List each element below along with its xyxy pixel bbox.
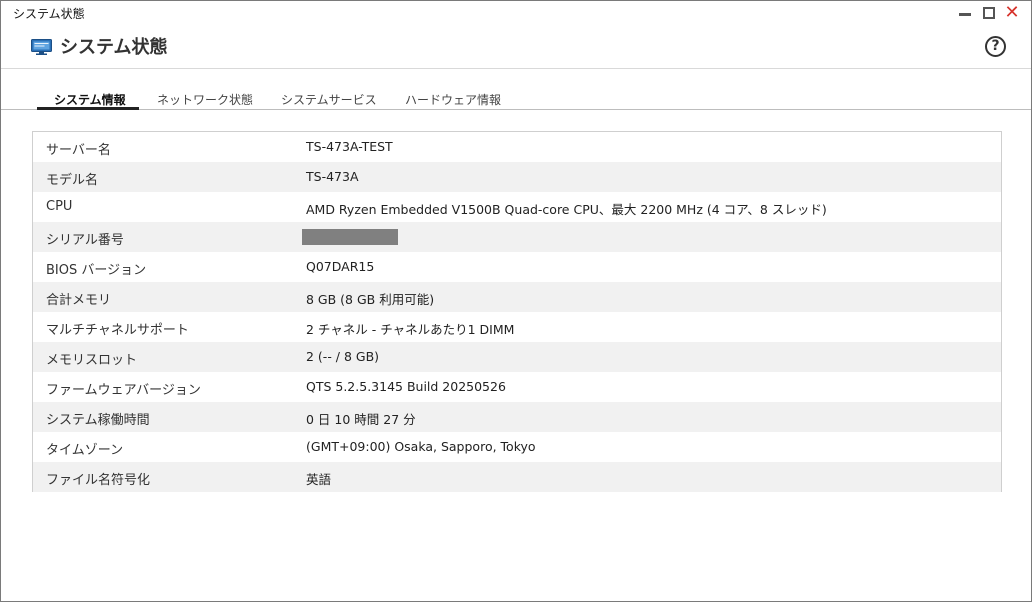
tab-bar: システム情報 ネットワーク状態 システムサービス ハードウェア情報 bbox=[1, 87, 1031, 110]
system-info-table: サーバー名 TS-473A-TEST モデル名 TS-473A CPU AMD … bbox=[32, 131, 1002, 492]
help-icon: ? bbox=[991, 38, 1000, 54]
row-value: (GMT+09:00) Osaka, Sapporo, Tokyo bbox=[306, 439, 536, 454]
tab-hardware-info[interactable]: ハードウェア情報 bbox=[405, 91, 501, 108]
table-row: タイムゾーン (GMT+09:00) Osaka, Sapporo, Tokyo bbox=[33, 432, 1001, 462]
page-title: システム状態 bbox=[60, 37, 168, 58]
table-row: マルチチャネルサポート 2 チャネル - チャネルあたり1 DIMM bbox=[33, 312, 1001, 342]
row-value: QTS 5.2.5.3145 Build 20250526 bbox=[306, 379, 506, 394]
row-label: ファイル名符号化 bbox=[46, 473, 151, 488]
row-label: メモリスロット bbox=[46, 353, 138, 368]
minimize-icon[interactable] bbox=[955, 3, 975, 23]
row-label: モデル名 bbox=[46, 173, 99, 188]
row-label: 合計メモリ bbox=[46, 293, 112, 308]
row-label: ファームウェアバージョン bbox=[46, 383, 201, 398]
row-label: マルチチャネルサポート bbox=[46, 323, 189, 338]
table-row: CPU AMD Ryzen Embedded V1500B Quad-core … bbox=[33, 192, 1001, 222]
row-value: TS-473A-TEST bbox=[306, 139, 393, 154]
active-tab-indicator bbox=[37, 107, 139, 110]
row-value: Q07DAR15 bbox=[306, 259, 375, 274]
table-row: 合計メモリ 8 GB (8 GB 利用可能) bbox=[33, 282, 1001, 312]
title-bar: システム状態 ✕ bbox=[1, 1, 1031, 25]
table-row: BIOS バージョン Q07DAR15 bbox=[33, 252, 1001, 282]
tab-network-status[interactable]: ネットワーク状態 bbox=[157, 91, 253, 108]
row-value: 英語 bbox=[306, 472, 332, 487]
tab-system-info[interactable]: システム情報 bbox=[54, 91, 126, 108]
row-label: CPU bbox=[46, 199, 73, 214]
app-header: システム状態 ? bbox=[1, 25, 1031, 69]
help-button[interactable]: ? bbox=[985, 36, 1006, 57]
serial-number-redacted bbox=[302, 229, 398, 245]
system-status-window: システム状態 ✕ システム状態 ? システム情報 ネットワーク状態 システムサー… bbox=[0, 0, 1032, 602]
row-label: システム稼働時間 bbox=[46, 413, 150, 428]
maximize-icon[interactable] bbox=[979, 3, 999, 23]
monitor-icon bbox=[31, 39, 52, 55]
row-label: BIOS バージョン bbox=[46, 263, 147, 278]
table-row: ファームウェアバージョン QTS 5.2.5.3145 Build 202505… bbox=[33, 372, 1001, 402]
window-title: システム状態 bbox=[13, 7, 85, 21]
table-row: モデル名 TS-473A bbox=[33, 162, 1001, 192]
row-label: サーバー名 bbox=[46, 143, 111, 158]
table-row: サーバー名 TS-473A-TEST bbox=[33, 132, 1001, 162]
row-value: TS-473A bbox=[306, 169, 359, 184]
table-row: ファイル名符号化 英語 bbox=[33, 462, 1001, 492]
row-value: 8 GB (8 GB 利用可能) bbox=[306, 292, 435, 307]
close-icon[interactable]: ✕ bbox=[1002, 3, 1022, 23]
row-label: シリアル番号 bbox=[46, 233, 124, 248]
row-value: AMD Ryzen Embedded V1500B Quad-core CPU、… bbox=[306, 202, 827, 217]
table-row: メモリスロット 2 (-- / 8 GB) bbox=[33, 342, 1001, 372]
row-label: タイムゾーン bbox=[46, 443, 124, 458]
row-value: 2 (-- / 8 GB) bbox=[306, 349, 380, 364]
row-value: 0 日 10 時間 27 分 bbox=[306, 412, 416, 427]
row-value: 2 チャネル - チャネルあたり1 DIMM bbox=[306, 322, 515, 337]
table-row: シリアル番号 bbox=[33, 222, 1001, 252]
table-row: システム稼働時間 0 日 10 時間 27 分 bbox=[33, 402, 1001, 432]
tab-system-services[interactable]: システムサービス bbox=[281, 91, 377, 108]
